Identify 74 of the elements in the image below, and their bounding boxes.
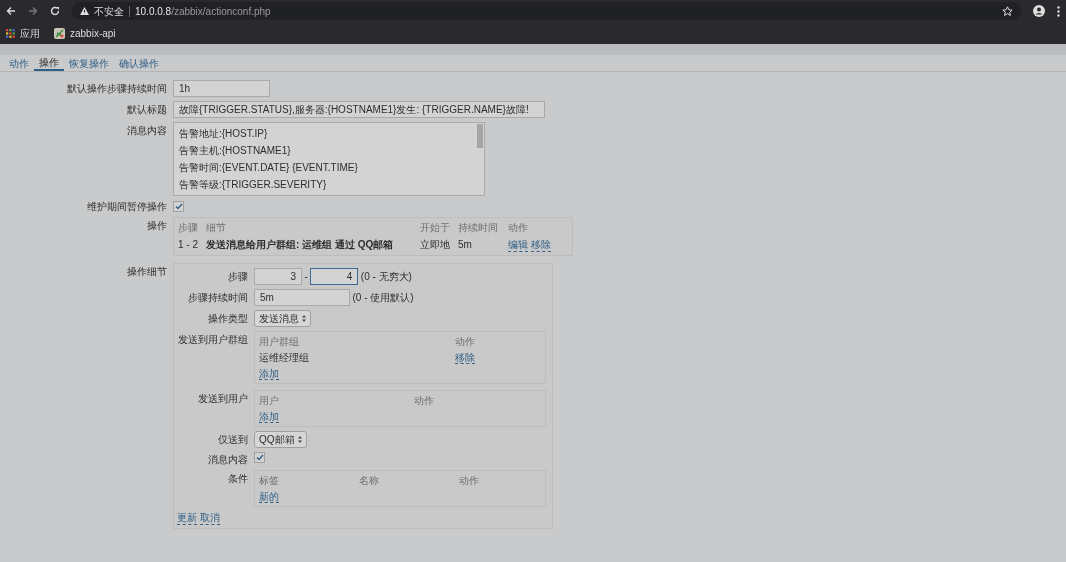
column-header: 动作 xyxy=(459,474,480,487)
table-cell-text: 运维经理组 xyxy=(259,351,310,364)
field-label: 维护期间暂停操作 xyxy=(86,200,167,213)
hint-text: (0 - 无穷大) xyxy=(360,270,412,283)
add-link[interactable]: 添加 xyxy=(259,368,279,380)
add-link[interactable]: 添加 xyxy=(259,411,279,423)
apps-grid-icon[interactable] xyxy=(6,28,15,38)
field-label: 条件 xyxy=(227,472,248,485)
remove-link[interactable]: 移除 xyxy=(455,352,475,364)
reload-icon[interactable] xyxy=(50,6,60,16)
column-header: 步骤 xyxy=(178,221,199,234)
checkbox[interactable] xyxy=(173,201,184,212)
field-label: 仅送到 xyxy=(217,433,248,446)
security-label: 不安全 xyxy=(94,4,124,18)
input-field[interactable]: 故障{TRIGGER.STATUS},服务器:{HOSTNAME1}发生: {TRIGGER.NAME}故障! xyxy=(173,101,545,118)
column-header: 名称 xyxy=(359,474,380,487)
input-field[interactable]: 1h xyxy=(173,80,270,97)
step-from-field[interactable]: 3 xyxy=(254,268,302,285)
table-cell-text: 5m xyxy=(458,238,473,252)
url-text[interactable]: 10.0.0.8/zabbix/actionconf.php xyxy=(135,4,271,18)
add-link[interactable]: 新的 xyxy=(259,491,279,503)
field-label: 步骤 xyxy=(227,270,248,283)
apps-bookmark[interactable]: 应用 xyxy=(20,26,40,40)
form-link[interactable]: 取消 xyxy=(199,511,220,525)
input-field[interactable]: 5m xyxy=(254,289,350,306)
hint-text: (0 - 使用默认) xyxy=(352,291,414,304)
warning-icon xyxy=(80,7,89,15)
tab[interactable]: 动作 xyxy=(4,55,34,71)
column-header: 细节 xyxy=(206,221,227,234)
star-icon[interactable] xyxy=(1002,5,1013,17)
message-textarea[interactable]: 告警地址:{HOST.IP} 告警主机:{HOSTNAME1} 告警时间:{EVENT.DATE} {EVENT.TIME} 告警等级:{TRIGGER.SEVERITY} xyxy=(173,122,485,196)
action-link[interactable]: 编辑 xyxy=(508,238,528,252)
table-cell-text: 发送消息给用户群组: 运维组 通过 QQ邮箱 xyxy=(206,238,395,252)
column-header: 动作 xyxy=(455,335,476,348)
step-to-field[interactable]: 4 xyxy=(310,268,359,285)
tab[interactable]: 操作 xyxy=(34,55,64,71)
tab[interactable]: 确认操作 xyxy=(114,55,164,71)
field-label: 步骤持续时间 xyxy=(187,291,248,304)
dash-text: - xyxy=(304,270,308,283)
column-header: 用户群组 xyxy=(259,335,300,348)
column-header: 开始于 xyxy=(420,221,451,234)
column-header: 用户 xyxy=(259,394,280,407)
field-label: 操作类型 xyxy=(207,312,248,325)
tab[interactable]: 恢复操作 xyxy=(64,55,114,71)
table-cell-text: 立即地 xyxy=(420,238,451,252)
select-arrows-icon xyxy=(297,436,302,443)
bookmark-link[interactable]: zabbix-api xyxy=(70,26,116,40)
check-icon xyxy=(255,454,264,461)
field-label: 消息内容 xyxy=(207,453,248,466)
column-header: 动作 xyxy=(414,394,435,407)
select-arrows-icon xyxy=(302,315,306,322)
action-link[interactable]: 移除 xyxy=(530,238,551,252)
site-logo-icon[interactable] xyxy=(54,27,65,39)
checkbox[interactable] xyxy=(254,452,265,463)
select-field[interactable]: 发送消息 xyxy=(254,310,311,327)
select-field[interactable]: QQ邮箱 xyxy=(254,431,307,448)
account-icon[interactable] xyxy=(1033,5,1045,17)
field-label: 发送到用户 xyxy=(197,392,248,405)
table-cell-text: 1 - 2 xyxy=(178,238,199,252)
field-label: 默认标题 xyxy=(126,103,167,116)
check-icon xyxy=(174,203,183,210)
field-label: 操作细节 xyxy=(126,265,167,278)
menu-icon[interactable] xyxy=(1057,5,1060,17)
field-label: 发送到用户群组 xyxy=(177,333,248,346)
field-label: 默认操作步骤持续时间 xyxy=(66,82,167,95)
column-header: 动作 xyxy=(508,221,529,234)
form-link[interactable]: 更新 xyxy=(177,511,197,525)
field-label: 操作 xyxy=(146,219,167,232)
forward-icon[interactable] xyxy=(28,6,38,16)
column-header: 标签 xyxy=(259,474,280,487)
back-icon[interactable] xyxy=(6,6,16,16)
address-bar[interactable]: 不安全 10.0.0.8/zabbix/actionconf.php xyxy=(72,2,1021,20)
field-label: 消息内容 xyxy=(126,124,167,137)
column-header: 持续时间 xyxy=(458,221,499,234)
